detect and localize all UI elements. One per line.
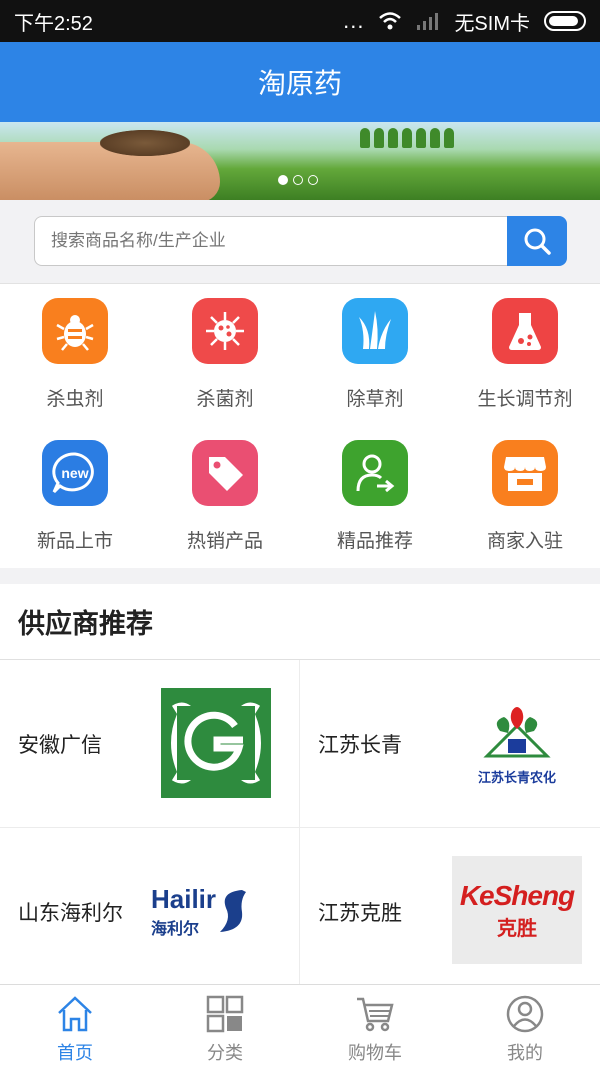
category-insecticide[interactable]: 杀虫剂: [0, 284, 150, 426]
supplier-name: 江苏克胜: [318, 901, 402, 925]
pager-dot[interactable]: [308, 175, 318, 185]
tab-label: 分类: [207, 1043, 243, 1063]
tab-label: 我的: [507, 1043, 543, 1063]
category-growth-regulator[interactable]: 生长调节剂: [450, 284, 600, 426]
hailir-logo-sub: 海利尔: [151, 920, 200, 938]
kesheng-logo: KeSheng 克胜: [452, 856, 582, 964]
category-label: 杀菌剂: [196, 389, 254, 410]
supplier-card-shandong-hailir[interactable]: 山东海利尔 Hailir 海利尔: [0, 828, 300, 996]
status-right: ... 无SIM卡: [343, 7, 586, 36]
carrier-label: 无SIM卡: [454, 12, 530, 35]
search-icon: [524, 228, 551, 255]
bug-icon: [42, 298, 108, 364]
tab-label: 首页: [57, 1043, 93, 1063]
tab-label: 购物车: [348, 1043, 402, 1063]
pager-dot[interactable]: [293, 175, 303, 185]
category-merchant-join[interactable]: 商家入驻: [450, 426, 600, 568]
signal-icon: [417, 13, 439, 30]
svg-text:new: new: [61, 465, 88, 481]
tab-cart[interactable]: 购物车: [300, 985, 450, 1067]
promo-banner[interactable]: [0, 122, 600, 200]
category-label: 精品推荐: [336, 531, 413, 552]
guangxin-logo: [151, 684, 281, 802]
status-bar: 下午2:52 ... 无SIM卡: [0, 0, 600, 42]
category-herbicide[interactable]: 除草剂: [300, 284, 450, 426]
battery-icon: [544, 11, 586, 31]
category-hot-products[interactable]: 热销产品: [150, 426, 300, 568]
supplier-name: 江苏长青: [318, 733, 402, 757]
store-icon: [492, 440, 558, 506]
grid-icon: [206, 995, 244, 1033]
supplier-card-jiangsu-kesheng[interactable]: 江苏克胜 KeSheng 克胜: [300, 828, 600, 996]
page-title: 淘原药: [257, 68, 342, 99]
pager-dot[interactable]: [278, 175, 288, 185]
supplier-card-anhui-guangxin[interactable]: 安徽广信: [0, 660, 300, 828]
supplier-header: 供应商推荐: [0, 584, 600, 660]
wifi-icon: [379, 12, 402, 30]
tab-profile[interactable]: 我的: [450, 985, 600, 1067]
flask-icon: [492, 298, 558, 364]
category-grid: 杀虫剂 杀菌剂 除草剂 生长调节剂 new 新品上市 热销产品 精品推荐 商家入…: [0, 284, 600, 568]
user-arrow-icon: [342, 440, 408, 506]
changqing-logo: 江苏长青农化: [452, 684, 582, 802]
hailir-logo-text: Hailir: [151, 883, 217, 914]
supplier-name: 安徽广信: [18, 733, 102, 757]
supplier-name: 山东海利尔: [18, 901, 123, 925]
trees-image: [360, 128, 454, 148]
kesheng-logo-text: KeSheng: [459, 879, 575, 911]
soil-image: [100, 130, 190, 156]
banner-pager[interactable]: [278, 175, 318, 185]
supplier-card-jiangsu-changqing[interactable]: 江苏长青 江苏长青农化: [300, 660, 600, 828]
search-bar: [0, 200, 600, 284]
category-recommended[interactable]: 精品推荐: [300, 426, 450, 568]
hailir-swirl-icon: [220, 890, 247, 932]
hailir-logo: Hailir 海利尔: [151, 852, 281, 970]
category-label: 热销产品: [186, 531, 263, 552]
tag-icon: [192, 440, 258, 506]
tab-category[interactable]: 分类: [150, 985, 300, 1067]
germ-icon: [192, 298, 258, 364]
kesheng-logo-sub: 克胜: [497, 917, 537, 940]
category-label: 商家入驻: [486, 531, 563, 552]
cart-icon: [357, 997, 394, 1032]
category-label: 杀虫剂: [46, 389, 104, 410]
search-button[interactable]: [507, 216, 567, 266]
section-title: 供应商推荐: [18, 609, 153, 639]
changqing-logo-text: 江苏长青农化: [477, 769, 556, 785]
notification-dots: ...: [343, 8, 365, 33]
tab-home[interactable]: 首页: [0, 985, 150, 1067]
category-new-products[interactable]: new 新品上市: [0, 426, 150, 568]
status-time: 下午2:52: [14, 12, 93, 35]
user-icon: [506, 995, 544, 1033]
home-icon: [58, 996, 92, 1032]
category-label: 除草剂: [346, 389, 404, 410]
bottom-tab-bar: 首页 分类 购物车 我的: [0, 984, 600, 1067]
new-badge-icon: new: [42, 440, 108, 506]
app-header: 淘原药: [0, 42, 600, 122]
category-label: 生长调节剂: [477, 389, 573, 410]
category-label: 新品上市: [36, 531, 113, 552]
supplier-grid: 安徽广信 江苏长青 江苏长青农化 山东海利尔 Hailir 海利尔 江苏克胜 K…: [0, 660, 600, 996]
search-input[interactable]: [34, 216, 508, 266]
category-fungicide[interactable]: 杀菌剂: [150, 284, 300, 426]
leaf-icon: [483, 706, 551, 757]
grass-icon: [342, 298, 408, 364]
